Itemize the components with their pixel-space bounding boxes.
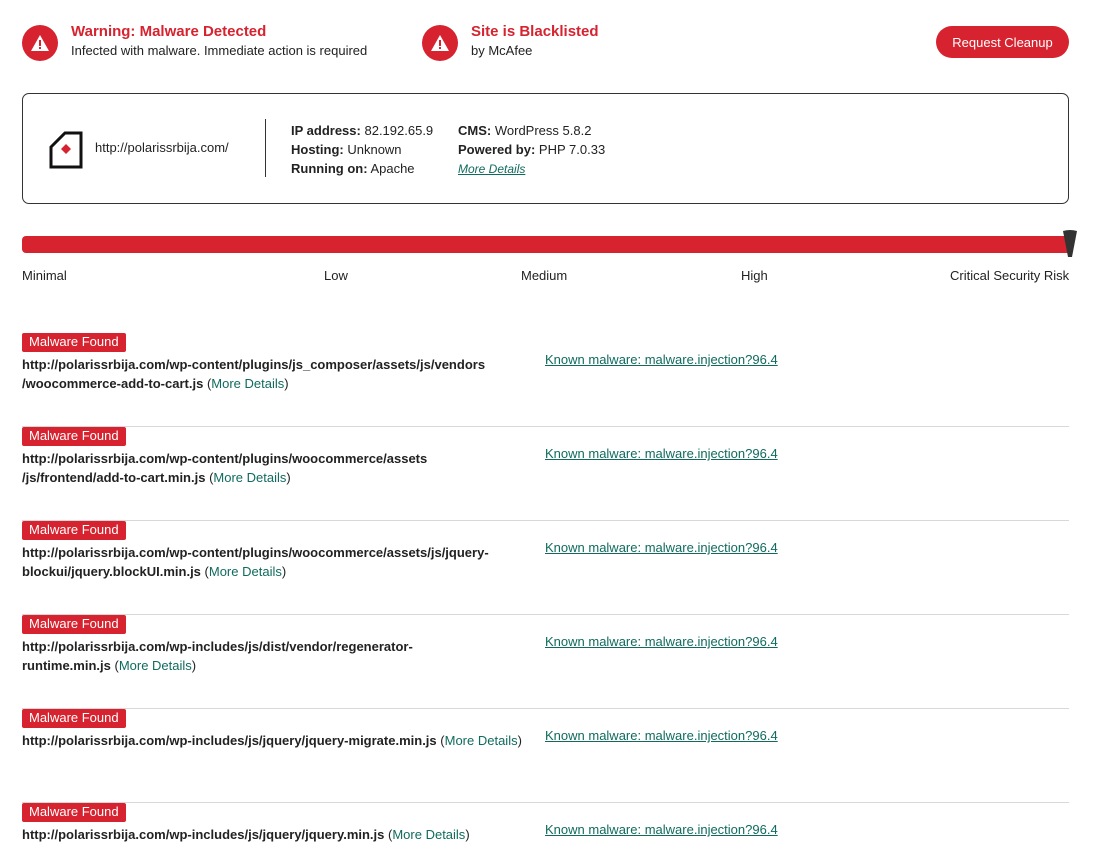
ip-value: 82.192.65.9 [364, 123, 434, 138]
running-value: Apache [370, 161, 415, 176]
malware-found-badge: Malware Found [22, 803, 126, 822]
more-details-link[interactable]: More Details [209, 564, 282, 579]
malware-path: http://polarissrbija.com/wp-content/plug… [22, 545, 489, 579]
path-line-1: http://polarissrbija.com/wp-includes/js/… [22, 827, 385, 842]
malware-row: Malware Found http://polarissrbija.com/w… [22, 615, 1069, 709]
risk-pointer-icon [1063, 230, 1077, 263]
alerts-header: Warning: Malware Detected Infected with … [22, 22, 1069, 64]
more-details-link[interactable]: More Details [213, 470, 286, 485]
more-details-link[interactable]: More Details [211, 376, 284, 391]
malware-row: Malware Found http://polarissrbija.com/w… [22, 803, 1069, 864]
malware-row: Malware Found http://polarissrbija.com/w… [22, 709, 1069, 803]
malware-list: Malware Found http://polarissrbija.com/w… [22, 333, 1069, 864]
site-icon [49, 131, 83, 174]
risk-label-critical: Critical Security Risk [950, 268, 1070, 283]
server-info: IP address: 82.192.65.9 Hosting: Unknown… [291, 121, 433, 178]
path-line-2: /js/frontend/add-to-cart.min.js [22, 470, 206, 485]
more-details-link[interactable]: More Details [392, 827, 465, 842]
malware-path: http://polarissrbija.com/wp-includes/js/… [22, 639, 413, 673]
more-details-link[interactable]: More Details [445, 733, 518, 748]
risk-label-medium: Medium [521, 268, 568, 283]
card-divider [265, 119, 266, 177]
known-malware-link[interactable]: Known malware: malware.injection?96.4 [545, 728, 778, 743]
cms-label: CMS: [458, 123, 492, 138]
hosting-label: Hosting: [291, 142, 344, 157]
risk-label-low: Low [324, 268, 348, 283]
malware-path: http://polarissrbija.com/wp-includes/js/… [22, 733, 522, 748]
malware-found-badge: Malware Found [22, 709, 126, 728]
alert-subtitle: by McAfee [471, 43, 533, 58]
known-malware-link[interactable]: Known malware: malware.injection?96.4 [545, 822, 778, 837]
hosting-value: Unknown [347, 142, 402, 157]
path-line-1: http://polarissrbija.com/wp-content/plug… [22, 545, 489, 560]
risk-meter-bar [22, 236, 1069, 253]
known-malware-link[interactable]: Known malware: malware.injection?96.4 [545, 540, 778, 555]
request-cleanup-button[interactable]: Request Cleanup [936, 26, 1069, 58]
path-line-1: http://polarissrbija.com/wp-content/plug… [22, 357, 486, 372]
known-malware-link[interactable]: Known malware: malware.injection?96.4 [545, 352, 778, 367]
more-details-link[interactable]: More Details [119, 658, 192, 673]
malware-path: http://polarissrbija.com/wp-content/plug… [22, 451, 428, 485]
site-url: http://polarissrbija.com/ [95, 140, 229, 155]
ip-label: IP address: [291, 123, 361, 138]
cms-value: WordPress 5.8.2 [494, 123, 592, 138]
path-line-2: runtime.min.js [22, 658, 111, 673]
alert-title: Warning: Malware Detected [71, 23, 267, 40]
site-info-card: http://polarissrbija.com/ IP address: 82… [22, 93, 1069, 204]
path-line-1: http://polarissrbija.com/wp-content/plug… [22, 451, 428, 466]
more-details-link[interactable]: More Details [458, 162, 525, 176]
path-line-1: http://polarissrbija.com/wp-includes/js/… [22, 733, 437, 748]
malware-found-badge: Malware Found [22, 333, 126, 352]
cms-info: CMS: WordPress 5.8.2 Powered by: PHP 7.0… [458, 121, 605, 179]
known-malware-link[interactable]: Known malware: malware.injection?96.4 [545, 634, 778, 649]
malware-path: http://polarissrbija.com/wp-includes/js/… [22, 827, 470, 842]
blacklist-alert: Site is Blacklisted by McAfee [422, 22, 599, 61]
warning-icon [422, 25, 458, 61]
malware-found-badge: Malware Found [22, 427, 126, 446]
malware-alert: Warning: Malware Detected Infected with … [22, 22, 367, 61]
malware-row: Malware Found http://polarissrbija.com/w… [22, 521, 1069, 615]
alert-subtitle: Infected with malware. Immediate action … [71, 43, 368, 58]
risk-label-minimal: Minimal [22, 268, 67, 283]
malware-found-badge: Malware Found [22, 521, 126, 540]
running-label: Running on: [291, 161, 368, 176]
path-line-1: http://polarissrbija.com/wp-includes/js/… [22, 639, 413, 654]
powered-value: PHP 7.0.33 [538, 142, 606, 157]
malware-row: Malware Found http://polarissrbija.com/w… [22, 333, 1069, 427]
warning-icon [22, 25, 58, 61]
path-line-2: /woocommerce-add-to-cart.js [22, 376, 204, 391]
malware-row: Malware Found http://polarissrbija.com/w… [22, 427, 1069, 521]
known-malware-link[interactable]: Known malware: malware.injection?96.4 [545, 446, 778, 461]
path-line-2: blockui/jquery.blockUI.min.js [22, 564, 201, 579]
malware-path: http://polarissrbija.com/wp-content/plug… [22, 357, 486, 391]
malware-found-badge: Malware Found [22, 615, 126, 634]
risk-label-high: High [741, 268, 768, 283]
powered-label: Powered by: [458, 142, 536, 157]
alert-title: Site is Blacklisted [471, 23, 599, 40]
